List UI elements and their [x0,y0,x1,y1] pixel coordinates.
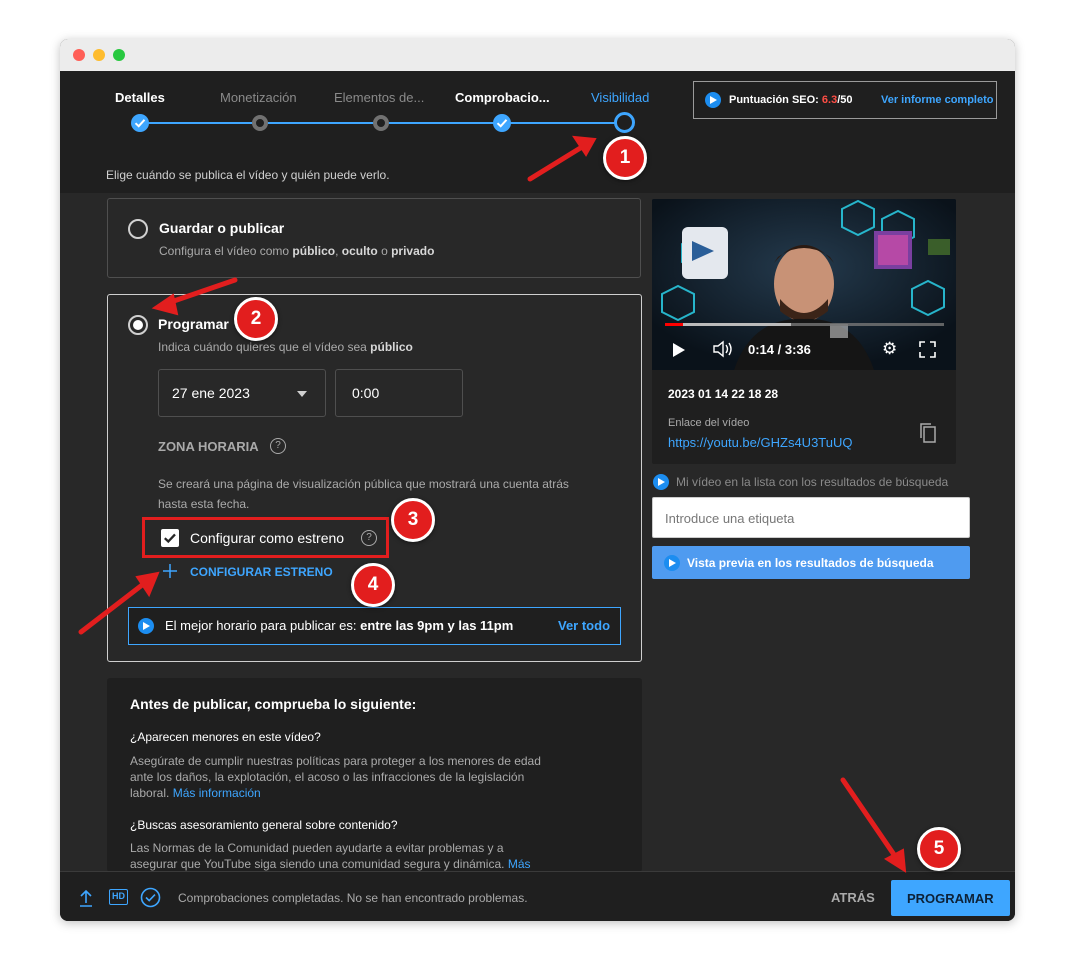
annotation-badge-2: 2 [234,297,278,341]
annotation-badge-1: 1 [603,136,647,180]
annotation-arrow-4 [78,579,149,635]
annotation-badge-4: 4 [351,563,395,607]
annotation-badge-5: 5 [917,827,961,871]
annotation-arrow-5-head [884,848,907,873]
annotation-badge-3: 3 [391,498,435,542]
upload-dialog-window: Detalles Monetización Elementos de... Co… [60,39,1015,921]
annotation-arrows [78,135,907,873]
annotation-arrow-2 [165,277,238,306]
annotation-arrow-5 [840,777,900,862]
annotation-arrow-1 [527,144,585,182]
annotation-arrow-2-head [151,293,179,316]
